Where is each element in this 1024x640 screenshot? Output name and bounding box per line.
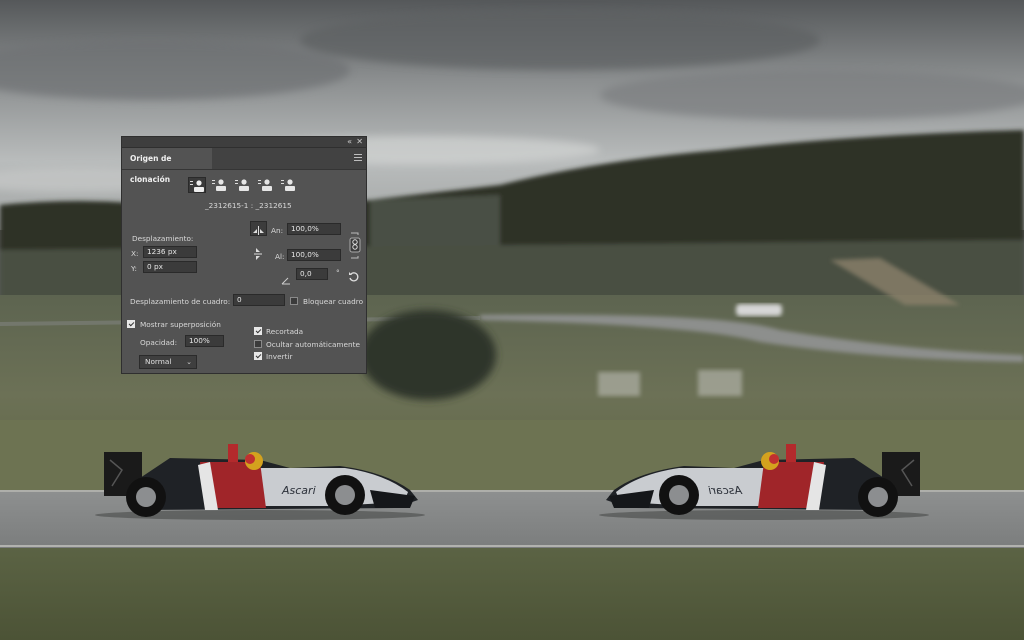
frame-offset-field[interactable]: 0 <box>233 294 285 306</box>
panel-menu-icon[interactable] <box>354 154 362 162</box>
lock-frame-label: Bloquear cuadro <box>303 297 364 306</box>
panel-title-bar[interactable]: « ✕ <box>122 137 366 148</box>
angle-field[interactable]: 0,0 <box>296 268 328 280</box>
clipped-label: Recortada <box>266 327 304 336</box>
auto-hide-label: Ocultar automáticamente <box>266 340 361 349</box>
clone-source-1-button[interactable] <box>188 177 206 193</box>
y-offset-field[interactable]: 0 px <box>143 261 197 273</box>
link-chain-icon[interactable] <box>348 231 362 261</box>
chevron-down-icon: ⌄ <box>186 358 192 366</box>
clone-source-3-button[interactable] <box>234 177 252 193</box>
source-name: _2312615-1 : _2312615 <box>205 201 292 210</box>
blend-mode-select[interactable]: Normal ⌄ <box>139 355 197 369</box>
clipped-checkbox[interactable] <box>254 327 262 335</box>
x-offset-field[interactable]: 1236 px <box>143 246 197 258</box>
show-overlay-label: Mostrar superposición <box>140 320 221 329</box>
clone-source-2-button[interactable] <box>211 177 229 193</box>
angle-unit: ° <box>336 268 340 277</box>
flip-vertical-icon[interactable] <box>251 247 267 262</box>
angle-icon <box>281 270 291 285</box>
show-overlay-checkbox[interactable] <box>127 320 135 328</box>
collapse-panel-icon[interactable]: « <box>347 137 352 147</box>
blend-mode-value: Normal <box>145 357 172 366</box>
auto-hide-checkbox[interactable] <box>254 340 262 348</box>
close-icon[interactable]: ✕ <box>356 137 363 147</box>
y-label: Y: <box>131 264 137 273</box>
invert-checkbox[interactable] <box>254 352 262 360</box>
offset-heading: Desplazamiento: <box>132 234 194 243</box>
car-livery-text-mirrored: Ascari <box>708 484 743 497</box>
panel-tab-bar: Origen de clonación <box>122 148 366 184</box>
opacity-label: Opacidad: <box>140 338 178 347</box>
x-label: X: <box>131 249 139 258</box>
flip-horizontal-icon[interactable] <box>250 221 267 236</box>
tab-clone-source[interactable]: Origen de clonación <box>122 148 212 184</box>
clone-source-5-button[interactable] <box>280 177 298 193</box>
reset-transform-icon[interactable] <box>348 268 360 282</box>
height-label: Al: <box>275 252 285 261</box>
car-livery-text: Ascari <box>281 484 316 497</box>
height-scale-field[interactable]: 100,0% <box>287 249 341 261</box>
clone-source-4-button[interactable] <box>257 177 275 193</box>
lock-frame-checkbox[interactable] <box>290 297 298 305</box>
invert-label: Invertir <box>266 352 293 361</box>
width-scale-field[interactable]: 100,0% <box>287 223 341 235</box>
opacity-field[interactable]: 100% <box>185 335 224 347</box>
width-label: An: <box>271 226 284 235</box>
frame-offset-label: Desplazamiento de cuadro: <box>130 297 231 306</box>
